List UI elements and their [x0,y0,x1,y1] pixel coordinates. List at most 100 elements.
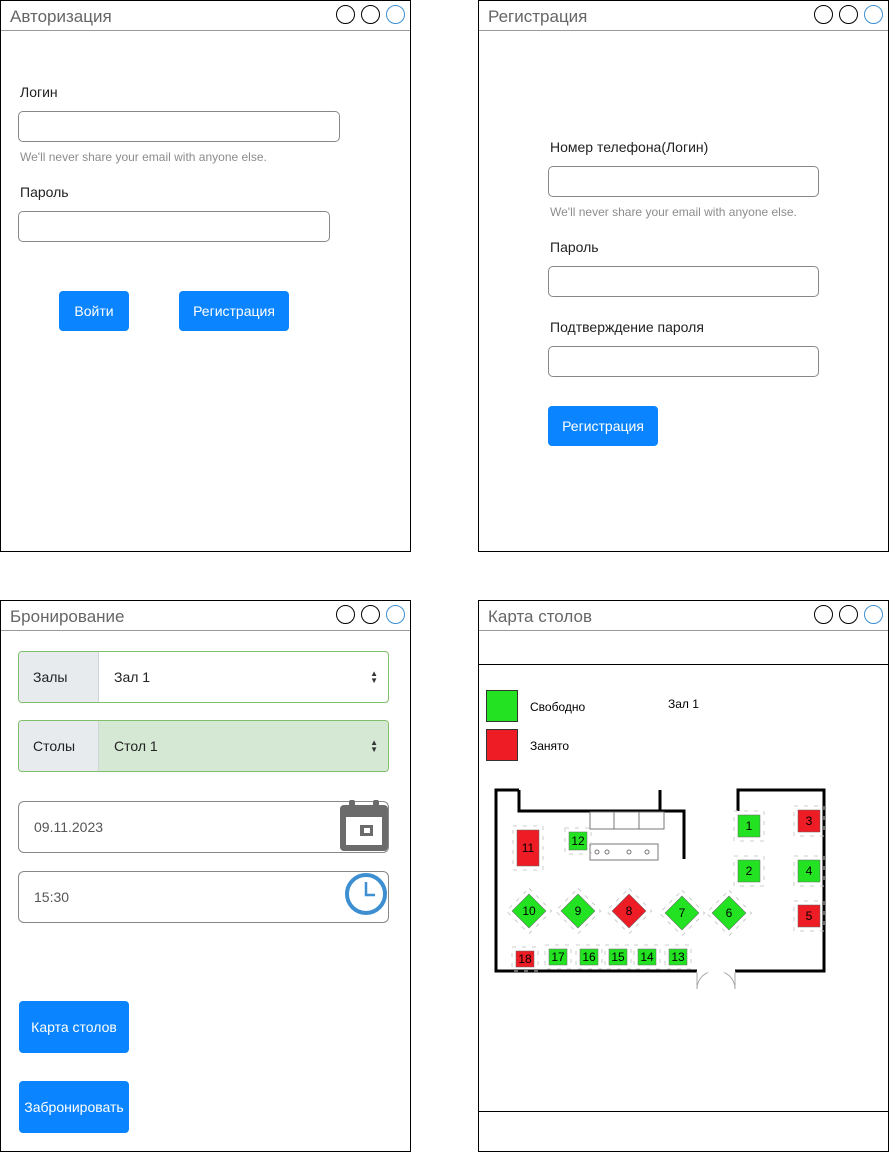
minimize-button[interactable] [336,5,355,24]
legend-free-swatch [486,690,518,722]
table-10[interactable]: 10 [505,887,553,935]
table-5[interactable]: 5 [793,900,825,932]
maximize-button[interactable] [839,605,858,624]
phone-input[interactable] [548,166,819,197]
hall-label: Залы [19,652,99,702]
register-titlebar: Регистрация [479,1,888,31]
tables-layer: 1234567891011 12131415161718 [505,805,825,972]
login-window: Авторизация Логин We'll never share your… [0,0,411,552]
date-value: 09.11.2023 [34,819,104,835]
go-register-button[interactable]: Регистрация [179,291,289,331]
maximize-button[interactable] [361,5,380,24]
close-button[interactable] [864,5,883,24]
legend-busy-label: Занято [530,739,570,753]
table-number: 15 [611,950,625,964]
login-title: Авторизация [10,7,112,26]
table-number: 14 [640,950,654,964]
minimize-button[interactable] [336,605,355,624]
register-window: Регистрация Номер телефона(Логин) We'll … [478,0,889,552]
table-value: Стол 1 [114,738,158,754]
close-button[interactable] [386,605,405,624]
caret-updown-icon: ▲ ▼ [370,738,378,754]
legend-free-label: Свободно [530,700,586,714]
table-number: 18 [518,952,532,966]
table-number: 5 [806,909,813,923]
table-number: 7 [679,906,686,920]
booking-window: Бронирование Залы Зал 1 ▲ ▼ Столы Стол 1 … [0,600,411,1152]
table-17[interactable]: 17 [544,944,572,970]
table-7[interactable]: 7 [658,889,706,937]
minimize-button[interactable] [814,605,833,624]
table-14[interactable]: 14 [633,944,661,970]
table-3[interactable]: 3 [793,805,825,837]
confirm-input[interactable] [548,346,819,377]
table-number: 11 [522,841,535,855]
table-number: 1 [746,819,753,833]
table-number: 17 [551,950,565,964]
maximize-button[interactable] [361,605,380,624]
table-number: 2 [746,864,753,878]
login-button[interactable]: Войти [59,291,129,331]
password-input[interactable] [18,211,330,242]
phone-label: Номер телефона(Логин) [550,139,709,155]
table-select[interactable]: Стол 1 ▲ ▼ [99,721,388,771]
close-button[interactable] [864,605,883,624]
time-input[interactable]: 15:30 [18,871,389,923]
calendar-icon[interactable] [338,799,390,853]
book-button[interactable]: Забронировать [19,1081,129,1133]
hall-name: Зал 1 [668,697,699,711]
table-9[interactable]: 9 [554,887,602,935]
table-select-group: Столы Стол 1 ▲ ▼ [18,720,389,772]
table-number: 8 [626,904,633,918]
table-number: 6 [726,906,733,920]
login-input[interactable] [18,111,340,142]
table-15[interactable]: 15 [604,944,632,970]
confirm-label: Подтверждение пароля [550,319,704,335]
table-number: 13 [671,950,685,964]
register-button[interactable]: Регистрация [548,406,658,446]
clock-icon[interactable] [344,872,388,916]
table-map-button[interactable]: Карта столов [19,1001,129,1053]
table-number: 10 [522,904,536,918]
table-map-title: Карта столов [488,607,592,626]
legend-busy-swatch [486,729,518,761]
booking-titlebar: Бронирование [1,601,410,631]
table-number: 3 [806,814,813,828]
table-label: Столы [19,721,99,771]
door [696,969,736,990]
login-titlebar: Авторизация [1,1,410,31]
time-value: 15:30 [34,889,70,905]
table-number: 4 [806,864,813,878]
table-1[interactable]: 1 [733,810,765,842]
table-4[interactable]: 4 [793,855,825,887]
password-label: Пароль [20,184,69,200]
reg-password-label: Пароль [550,239,599,255]
table-16[interactable]: 16 [575,944,603,970]
table-11[interactable]: 11 [512,825,544,871]
date-input[interactable]: 09.11.2023 [18,801,389,853]
minimize-button[interactable] [814,5,833,24]
table-12[interactable]: 12 [564,827,592,855]
hall-value: Зал 1 [114,669,151,685]
table-13[interactable]: 13 [664,944,692,970]
phone-hint: We'll never share your email with anyone… [550,205,797,219]
login-hint: We'll never share your email with anyone… [20,150,267,164]
table-8[interactable]: 8 [605,887,653,935]
maximize-button[interactable] [839,5,858,24]
booking-title: Бронирование [10,607,125,626]
kitchen-counter [589,811,665,861]
table-number: 12 [571,834,585,848]
close-button[interactable] [386,5,405,24]
hall-select-group: Залы Зал 1 ▲ ▼ [18,651,389,703]
caret-updown-icon: ▲ ▼ [370,669,378,685]
footer-divider [479,1111,888,1112]
floor-plan: 1234567891011 12131415161718 [494,788,826,990]
table-6[interactable]: 6 [705,889,753,937]
walls [494,788,826,973]
reg-password-input[interactable] [548,266,819,297]
table-18[interactable]: 18 [511,946,539,972]
table-number: 9 [575,904,582,918]
hall-select[interactable]: Зал 1 ▲ ▼ [99,652,388,702]
table-map-titlebar: Карта столов [479,601,888,631]
table-2[interactable]: 2 [733,855,765,887]
